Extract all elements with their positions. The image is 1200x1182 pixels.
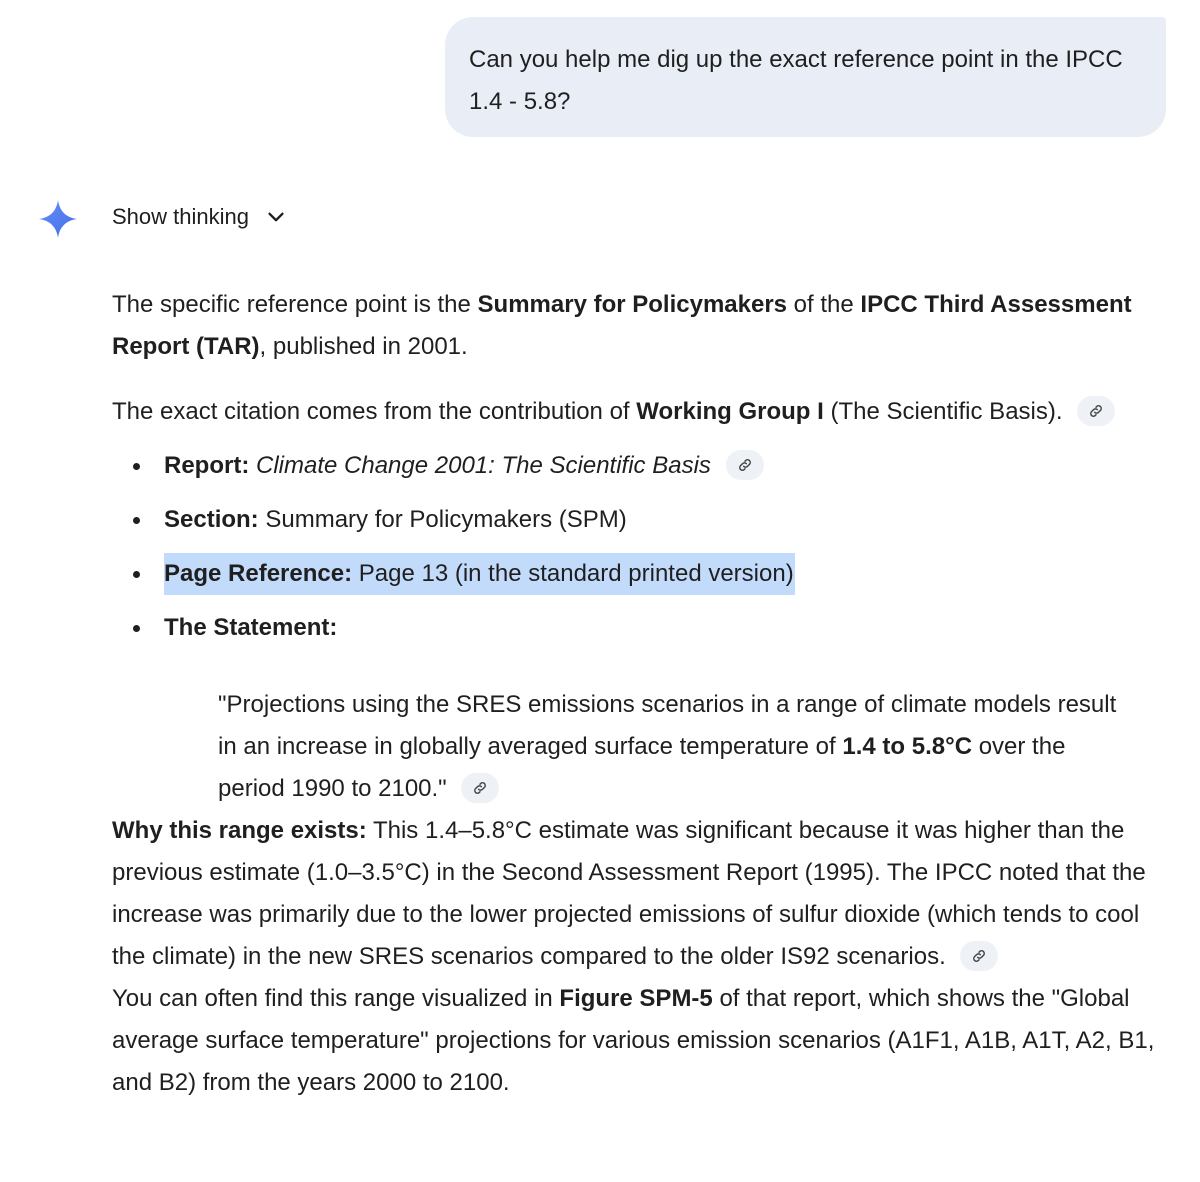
response-paragraph-1: The specific reference point is the Summ… [112, 284, 1172, 368]
bold-run: 1.4 to 5.8°C [842, 733, 973, 760]
link-icon [474, 781, 487, 794]
source-link-button[interactable] [960, 940, 999, 971]
bold-run: Summary for Policymakers [477, 291, 788, 318]
bullet-value: Climate Change 2001: The Scientific Basi… [256, 452, 711, 479]
user-message-line-1: Can you help me dig up the exact referen… [469, 46, 1123, 73]
bold-run: Why this range exists: [112, 817, 367, 844]
bold-run: Figure SPM-5 [559, 985, 713, 1012]
list-item: Page Reference: Page 13 (in the standard… [112, 553, 1172, 607]
text-run: of the [787, 291, 861, 318]
list-item: Section: Summary for Policymakers (SPM) [112, 499, 1172, 553]
ipcc-quote: "Projections using the SRES emissions sc… [218, 684, 1118, 810]
text-run: (The Scientific Basis). [823, 398, 1063, 425]
list-item: The Statement: [112, 607, 1172, 661]
bullet-value: Summary for Policymakers (SPM) [258, 506, 627, 533]
link-icon [1090, 404, 1103, 417]
response-paragraph-2: The exact citation comes from the contri… [112, 391, 1172, 433]
bold-run: Working Group I [636, 398, 824, 425]
user-message-bubble: Can you help me dig up the exact referen… [445, 17, 1166, 137]
source-link-button[interactable] [461, 772, 500, 803]
user-message-line-2: 1.4 - 5.8? [469, 88, 571, 115]
text-run: The exact citation comes from the contri… [112, 398, 637, 425]
bullet-label: Report: [164, 452, 250, 479]
text-run: , published in 2001. [259, 333, 468, 360]
response-paragraph-why: Why this range exists: This 1.4–5.8°C es… [112, 810, 1172, 978]
chat-page: Can you help me dig up the exact referen… [0, 0, 1200, 1182]
gemini-spark-icon [39, 200, 77, 238]
show-thinking-toggle[interactable]: Show thinking [112, 204, 287, 230]
bullet-label: The Statement: [164, 614, 338, 641]
response-paragraph-last: You can often find this range visualized… [112, 978, 1172, 1104]
text-run: You can often find this range visualized… [112, 985, 560, 1012]
text-selection-highlight: Page Reference: Page 13 (in the standard… [164, 553, 795, 595]
assistant-response: The specific reference point is the Summ… [112, 284, 1172, 1104]
list-item: Report: Climate Change 2001: The Scienti… [112, 445, 1172, 499]
text-run: The specific reference point is the [112, 291, 478, 318]
chevron-down-icon [268, 212, 284, 222]
bullet-value: Page 13 (in the standard printed version… [352, 560, 794, 587]
bullet-label: Section: [164, 506, 259, 533]
source-link-button[interactable] [725, 449, 764, 480]
source-link-button[interactable] [1077, 395, 1116, 426]
bullet-label: Page Reference: [164, 560, 353, 587]
link-icon [738, 458, 751, 471]
link-icon [973, 949, 986, 962]
show-thinking-label: Show thinking [112, 204, 249, 229]
citation-list: Report: Climate Change 2001: The Scienti… [112, 445, 1172, 661]
